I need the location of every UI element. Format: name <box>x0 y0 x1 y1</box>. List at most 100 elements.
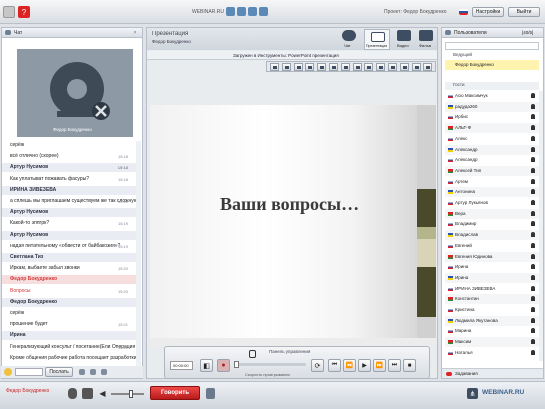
user-row[interactable]: Кристина <box>445 305 539 315</box>
tool-eraser-icon[interactable] <box>352 63 362 71</box>
user-row[interactable]: Евгения Юдинова <box>445 251 539 262</box>
user-row[interactable]: Антонина <box>445 187 539 198</box>
tool-clear-icon[interactable] <box>399 63 409 71</box>
next-slide-button[interactable]: ⏩ <box>373 359 386 372</box>
tool-close-icon[interactable] <box>423 63 433 71</box>
participants-scrollbar[interactable] <box>539 91 543 361</box>
participants-search[interactable] <box>445 42 539 50</box>
prev-slide-button[interactable]: ⏪ <box>343 359 356 372</box>
tab-presentation[interactable]: Презентация <box>364 29 390 50</box>
volume-icon[interactable]: ◀ <box>98 389 107 398</box>
record-toggle-button[interactable]: ● <box>217 359 230 372</box>
user-row[interactable]: Вера <box>445 208 539 219</box>
exit-button[interactable]: Выйти <box>508 7 540 17</box>
user-row[interactable]: Александр <box>445 144 539 155</box>
mic-icon[interactable] <box>68 388 77 399</box>
user-name: Владислав <box>455 232 479 238</box>
language-flag-icon[interactable] <box>459 9 468 15</box>
tool-fill-icon[interactable] <box>329 63 338 71</box>
tool-rectangle-icon[interactable] <box>305 63 315 71</box>
camera-icon[interactable] <box>82 388 93 399</box>
emoji-icon[interactable] <box>4 368 12 376</box>
chat-close-icon[interactable]: × <box>132 30 138 36</box>
speak-button[interactable]: Говорить <box>150 386 200 400</box>
tab-chat[interactable]: Чат <box>340 30 358 49</box>
speed-slider[interactable] <box>234 361 306 368</box>
user-name: АЛЬТ-Ф <box>455 125 472 131</box>
cycle-icon: ⟳ <box>314 362 321 370</box>
stop-button[interactable]: ■ <box>403 359 416 372</box>
user-row[interactable]: Владислав <box>445 230 539 241</box>
tool-line-icon[interactable] <box>293 63 303 71</box>
window-icon-2[interactable] <box>237 7 246 16</box>
footer-label[interactable]: Задавания <box>455 371 478 376</box>
chat-option-icon-3[interactable] <box>101 369 107 375</box>
tool-undo-icon[interactable] <box>388 63 397 71</box>
group-leaders[interactable]: Ведущий <box>445 52 539 60</box>
user-row[interactable]: Марина <box>445 326 539 336</box>
volume-slider-handle[interactable] <box>129 390 133 398</box>
stop-cycle-button[interactable]: ⟳ <box>311 359 324 372</box>
user-row[interactable]: Артем <box>445 177 539 187</box>
tool-text-icon[interactable] <box>340 63 350 71</box>
user-row[interactable]: Наталья <box>445 348 539 358</box>
tab-film[interactable]: Фильм <box>417 30 435 49</box>
user-row[interactable]: Александр <box>445 155 539 165</box>
window-icon-3[interactable] <box>248 7 257 16</box>
tool-ellipse-icon[interactable] <box>317 63 327 71</box>
tool-clear-glyph <box>402 66 407 69</box>
user-row[interactable]: Асю Максимчук <box>445 91 539 101</box>
user-row[interactable]: Ирина <box>445 272 539 284</box>
user-row[interactable]: АЛЬТ-Ф <box>445 123 539 134</box>
user-flag-icon <box>448 222 453 227</box>
window-icon-4[interactable] <box>259 7 268 16</box>
send-button[interactable]: Послать <box>45 367 73 377</box>
chat-message: Генерализующий консульт / посетание(Ели … <box>2 343 136 352</box>
volume-slider[interactable] <box>111 390 144 398</box>
record-icon[interactable]: ? <box>18 6 30 18</box>
tool-settings-icon[interactable] <box>411 63 421 71</box>
speed-slider-handle[interactable] <box>234 361 239 368</box>
user-row[interactable]: Константин <box>445 294 539 305</box>
chat-message-time: 15:18 <box>117 165 128 171</box>
group-guests[interactable]: Гости <box>445 82 539 90</box>
tool-stamp-icon[interactable] <box>364 63 374 71</box>
user-row[interactable]: Алекс <box>445 134 539 144</box>
tool-pointer-icon[interactable] <box>270 63 279 71</box>
user-person-icon <box>531 317 535 323</box>
share-icon[interactable]: ⋔ <box>467 388 478 399</box>
chat-option-icon-2[interactable] <box>90 369 96 375</box>
tool-pencil-icon[interactable] <box>281 63 291 71</box>
window-icon-1[interactable] <box>226 7 235 16</box>
leader-name: Федор Бокудренко <box>455 62 494 67</box>
chat-scrollbar[interactable] <box>136 141 141 368</box>
user-row[interactable]: Людмила Якутанова <box>445 315 539 326</box>
settings-button[interactable]: Настройки <box>472 7 504 17</box>
time-field[interactable]: 00:00:00 <box>170 361 193 370</box>
user-row[interactable]: Евгений <box>445 241 539 251</box>
user-row[interactable]: Артур Лукьянов <box>445 198 539 208</box>
last-slide-button[interactable]: ⏭ <box>388 359 401 372</box>
user-name: Евгений <box>455 242 472 248</box>
project-link[interactable]: Проект: Федор Бокудренко <box>384 9 447 15</box>
rewind-small-button[interactable]: ◧ <box>200 359 213 372</box>
user-row[interactable]: Ирбис <box>445 112 539 122</box>
user-flag-icon <box>448 94 453 98</box>
user-row[interactable]: Максим <box>445 337 539 348</box>
send-button-label: Послать <box>49 369 69 375</box>
user-row[interactable]: радуда260 <box>445 101 539 112</box>
chat-option-icon-1[interactable] <box>79 369 85 375</box>
tab-video[interactable]: Видео <box>395 30 413 49</box>
play-button[interactable]: ▶ <box>358 359 371 372</box>
hand-raise-icon[interactable] <box>206 388 215 399</box>
user-row[interactable]: ИРИНА ЗИВЕЗЕВА <box>445 284 539 294</box>
user-row[interactable]: Алексей Тип <box>445 165 539 177</box>
user-row[interactable]: Владимир <box>445 219 539 229</box>
first-slide-button[interactable]: ⏮ <box>328 359 341 372</box>
chat-input[interactable] <box>15 368 43 376</box>
user-person-icon <box>531 264 535 270</box>
user-row[interactable]: Ирина <box>445 262 539 272</box>
tool-color-icon[interactable] <box>376 63 386 71</box>
leader-row[interactable]: Федор Бокудренко <box>445 60 539 70</box>
user-name: Максим <box>455 339 472 345</box>
